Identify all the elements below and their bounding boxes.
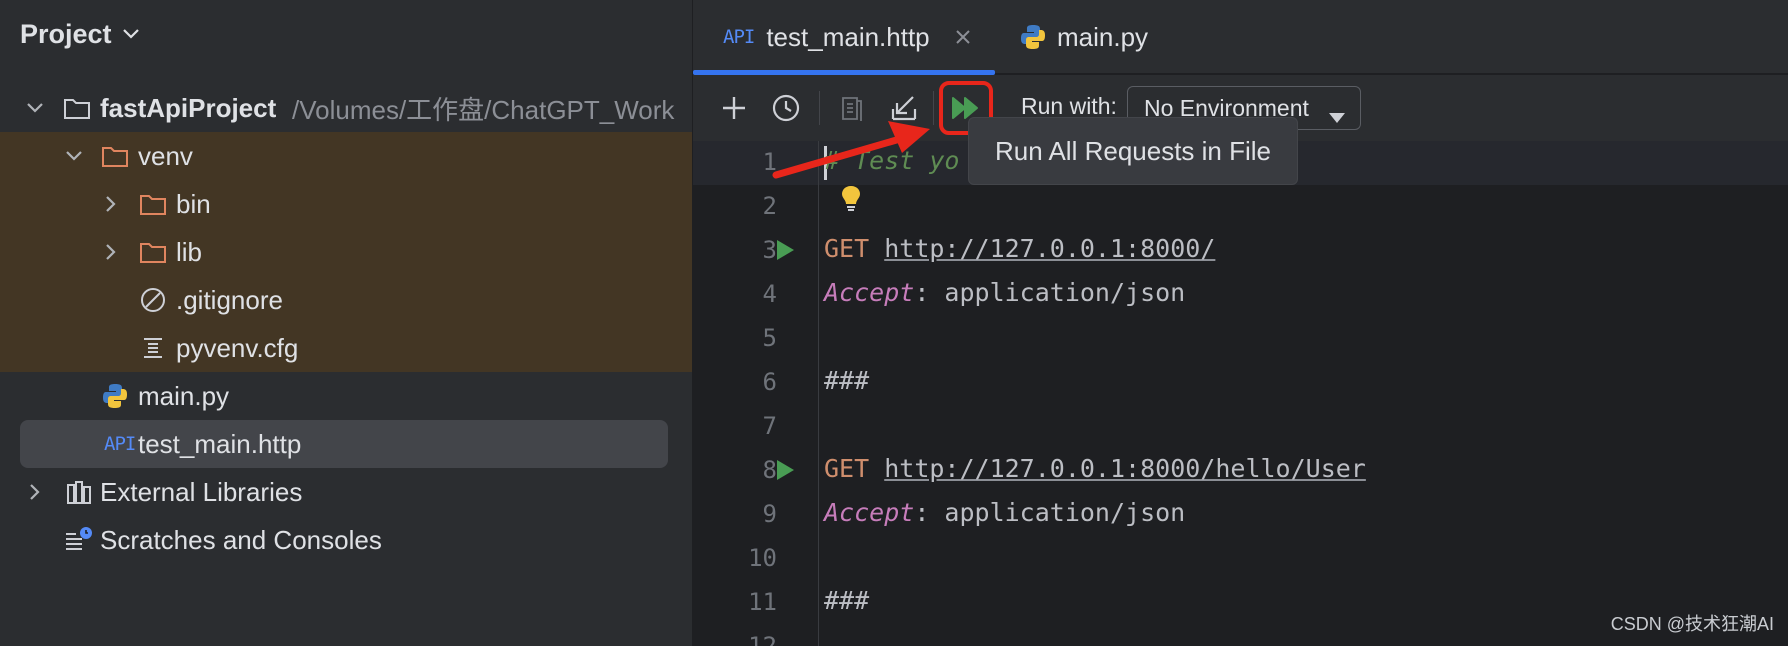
- tree-item-label: lib: [176, 236, 203, 267]
- chevron-down-icon[interactable]: [63, 145, 85, 167]
- config-file-icon: [138, 333, 168, 363]
- tab-test-main-http[interactable]: API test_main.http: [723, 0, 972, 74]
- line-number: 9: [762, 500, 777, 528]
- tree-item-label: pyvenv.cfg: [176, 332, 299, 363]
- tree-item-label: Scratches and Consoles: [100, 524, 382, 555]
- folder-icon: [138, 189, 168, 219]
- header-key: Accept: [824, 278, 915, 307]
- line-number: 6: [762, 368, 777, 396]
- tree-item-label: bin: [176, 188, 211, 219]
- header-value: : application/json: [914, 498, 1186, 527]
- tree-item-gitignore[interactable]: .gitignore: [0, 276, 692, 324]
- tree-item-label: test_main.http: [138, 428, 302, 459]
- line-number: 2: [762, 192, 777, 220]
- code-line-3[interactable]: GET http://127.0.0.1:8000/: [824, 234, 1215, 263]
- api-file-icon: API: [104, 433, 136, 455]
- line-number: 10: [748, 544, 777, 572]
- tree-item-label: main.py: [138, 380, 230, 411]
- code-line-9[interactable]: Accept: application/json: [824, 498, 1185, 527]
- chevron-down-icon[interactable]: [24, 97, 46, 119]
- code-line-11[interactable]: ###: [824, 586, 869, 615]
- line-number: 12: [748, 632, 777, 646]
- editor: API test_main.http main.py Run with: No …: [693, 0, 1788, 646]
- http-method: GET: [824, 234, 870, 263]
- tree-item-label: .gitignore: [176, 284, 283, 315]
- tree-item-bin[interactable]: bin: [0, 180, 692, 228]
- add-request-button[interactable]: [713, 87, 755, 129]
- scratches-icon: [64, 525, 94, 555]
- chevron-right-icon[interactable]: [100, 241, 122, 263]
- line-number: 1: [762, 148, 777, 176]
- tree-item-lib[interactable]: lib: [0, 228, 692, 276]
- api-file-icon: API: [723, 26, 755, 48]
- run-request-icon[interactable]: [773, 238, 797, 262]
- python-icon: [100, 381, 130, 411]
- tree-item-label: fastApiProject: [100, 92, 277, 123]
- line-number: 7: [762, 412, 777, 440]
- tooltip-run-all: Run All Requests in File: [968, 117, 1298, 185]
- folder-icon: [62, 93, 92, 123]
- tab-label: main.py: [1057, 21, 1149, 52]
- http-method: GET: [824, 454, 870, 483]
- code-line-4[interactable]: Accept: application/json: [824, 278, 1185, 307]
- header-key: Accept: [824, 498, 915, 527]
- tree-item-external-libraries[interactable]: External Libraries: [0, 468, 692, 516]
- ignored-file-icon: [138, 285, 168, 315]
- line-number: 8: [762, 456, 777, 484]
- library-icon: [64, 477, 94, 507]
- tree-item-label: venv: [138, 140, 193, 171]
- python-icon: [1019, 23, 1047, 51]
- folder-icon: [138, 237, 168, 267]
- request-url[interactable]: http://127.0.0.1:8000/: [884, 234, 1215, 263]
- tree-item-pyvenv[interactable]: pyvenv.cfg: [0, 324, 692, 372]
- project-panel-header[interactable]: Project: [20, 14, 140, 54]
- run-request-icon[interactable]: [773, 458, 797, 482]
- watermark: CSDN @技术狂潮AI: [1610, 614, 1774, 634]
- project-path: /Volumes/工作盘/ChatGPT_Work: [292, 94, 675, 125]
- plus-icon: [723, 97, 745, 119]
- tab-label: test_main.http: [766, 21, 930, 52]
- tree-item-scratches[interactable]: Scratches and Consoles: [0, 516, 692, 564]
- request-url[interactable]: http://127.0.0.1:8000/hello/User: [884, 454, 1366, 483]
- run-with-label: Run with:: [1021, 93, 1117, 119]
- tree-item-venv[interactable]: venv: [0, 132, 692, 180]
- chevron-right-icon[interactable]: [100, 193, 122, 215]
- code-line-8[interactable]: GET http://127.0.0.1:8000/hello/User: [824, 454, 1366, 483]
- line-number: 5: [762, 324, 777, 352]
- line-number: 3: [762, 236, 777, 264]
- header-value: : application/json: [914, 278, 1186, 307]
- line-number: 4: [762, 280, 777, 308]
- project-panel: Project fastApiProject /Volumes/工作盘/Chat…: [0, 0, 692, 646]
- line-number: 11: [748, 588, 777, 616]
- editor-tabbar: API test_main.http main.py: [693, 0, 1788, 75]
- tree-item-root[interactable]: fastApiProject /Volumes/工作盘/ChatGPT_Work: [0, 84, 692, 132]
- annotation-arrow: [772, 121, 930, 179]
- code-line-6[interactable]: ###: [824, 366, 869, 395]
- chevron-right-icon[interactable]: [24, 481, 46, 503]
- tree-item-test-main-http[interactable]: API test_main.http: [0, 420, 692, 468]
- chevron-down-icon: [122, 28, 140, 40]
- close-icon[interactable]: [954, 28, 972, 46]
- tree-item-label: External Libraries: [100, 476, 303, 507]
- panel-title: Project: [20, 18, 112, 49]
- caret-down-icon: [1328, 103, 1346, 130]
- folder-icon: [100, 141, 130, 171]
- gutter-divider: [818, 141, 819, 646]
- tab-main-py[interactable]: main.py: [1019, 0, 1148, 74]
- tree-item-main-py[interactable]: main.py: [0, 372, 692, 420]
